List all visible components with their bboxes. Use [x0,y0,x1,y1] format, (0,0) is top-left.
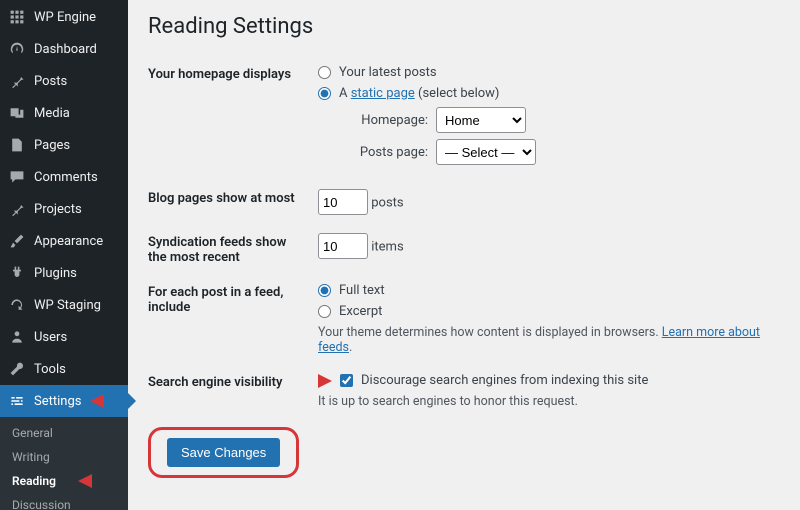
homepage-select[interactable]: Home [436,107,526,133]
sidebar-item-label: Dashboard [34,42,97,57]
annotation-arrow-icon [78,474,92,488]
save-changes-button[interactable]: Save Changes [167,438,280,467]
pin-icon [8,72,26,90]
homepage-displays-label: Your homepage displays [148,57,318,181]
sidebar-item-wpstaging[interactable]: WP Staging [0,289,128,321]
refresh-icon [8,296,26,314]
sidebar-item-label: Media [34,106,70,121]
feed-include-label: For each post in a feed, include [148,275,318,365]
users-icon [8,328,26,346]
sidebar-item-label: Settings [34,394,81,409]
sidebar-item-users[interactable]: Users [0,321,128,353]
wpengine-icon [8,8,26,26]
sidebar-item-label: Comments [34,170,98,185]
sidebar-item-label: Plugins [34,266,77,281]
sidebar-item-settings[interactable]: Settings [0,385,128,417]
blog-pages-input[interactable] [318,189,368,215]
sidebar-item-media[interactable]: Media [0,97,128,129]
posts-page-select[interactable]: — Select — [436,139,536,165]
plug-icon [8,264,26,282]
discourage-search-label: Discourage search engines from indexing … [361,373,648,388]
media-icon [8,104,26,122]
brush-icon [8,232,26,250]
annotation-arrow-icon [318,374,332,388]
sidebar-item-label: Appearance [34,234,103,249]
radio-latest-posts[interactable] [318,66,331,79]
dashboard-icon [8,40,26,58]
radio-full-text[interactable] [318,284,331,297]
radio-latest-posts-label: Your latest posts [339,65,437,80]
sidebar-item-appearance[interactable]: Appearance [0,225,128,257]
sidebar-item-dashboard[interactable]: Dashboard [0,33,128,65]
sidebar-item-label: Users [34,330,67,345]
page-title: Reading Settings [148,14,780,39]
sidebar-item-label: Projects [34,202,82,217]
static-page-link[interactable]: static page [351,86,415,101]
comments-icon [8,168,26,186]
sidebar-item-label: Pages [34,138,70,153]
syndication-unit: items [371,240,403,255]
radio-excerpt-label: Excerpt [339,304,382,319]
homepage-select-label: Homepage: [348,113,428,128]
syndication-input[interactable] [318,233,368,259]
sidebar-item-tools[interactable]: Tools [0,353,128,385]
submenu-item-reading[interactable]: Reading [0,469,128,493]
discourage-search-checkbox[interactable] [340,374,353,387]
feed-description: Your theme determines how content is dis… [318,325,780,355]
sidebar-item-label: WP Engine [34,10,96,25]
sidebar-item-label: Tools [34,362,66,377]
radio-full-text-label: Full text [339,283,385,298]
pin-icon [8,200,26,218]
blog-pages-unit: posts [371,196,403,211]
radio-static-page[interactable] [318,87,331,100]
sidebar-item-posts[interactable]: Posts [0,65,128,97]
admin-sidebar: WP Engine Dashboard Posts Media Pages Co… [0,0,128,510]
sidebar-item-plugins[interactable]: Plugins [0,257,128,289]
submenu-item-writing[interactable]: Writing [0,445,128,469]
sidebar-item-pages[interactable]: Pages [0,129,128,161]
posts-page-select-label: Posts page: [348,145,428,160]
blog-pages-label: Blog pages show at most [148,181,318,225]
content-area: Reading Settings Your homepage displays … [128,0,800,510]
radio-excerpt[interactable] [318,305,331,318]
sidebar-item-comments[interactable]: Comments [0,161,128,193]
submenu-item-discussion[interactable]: Discussion [0,493,128,510]
sidebar-item-label: WP Staging [34,298,101,313]
annotation-arrow-icon [90,394,104,408]
sidebar-item-projects[interactable]: Projects [0,193,128,225]
search-visibility-label: Search engine visibility [148,365,318,419]
sidebar-item-label: Posts [34,74,67,89]
sliders-icon [8,392,26,410]
syndication-label: Syndication feeds show the most recent [148,225,318,275]
sidebar-item-wpengine[interactable]: WP Engine [0,0,128,33]
settings-submenu: General Writing Reading Discussion Media… [0,417,128,510]
pages-icon [8,136,26,154]
wrench-icon [8,360,26,378]
search-visibility-note: It is up to search engines to honor this… [318,394,780,409]
annotation-highlight: Save Changes [148,427,299,478]
submenu-item-general[interactable]: General [0,421,128,445]
